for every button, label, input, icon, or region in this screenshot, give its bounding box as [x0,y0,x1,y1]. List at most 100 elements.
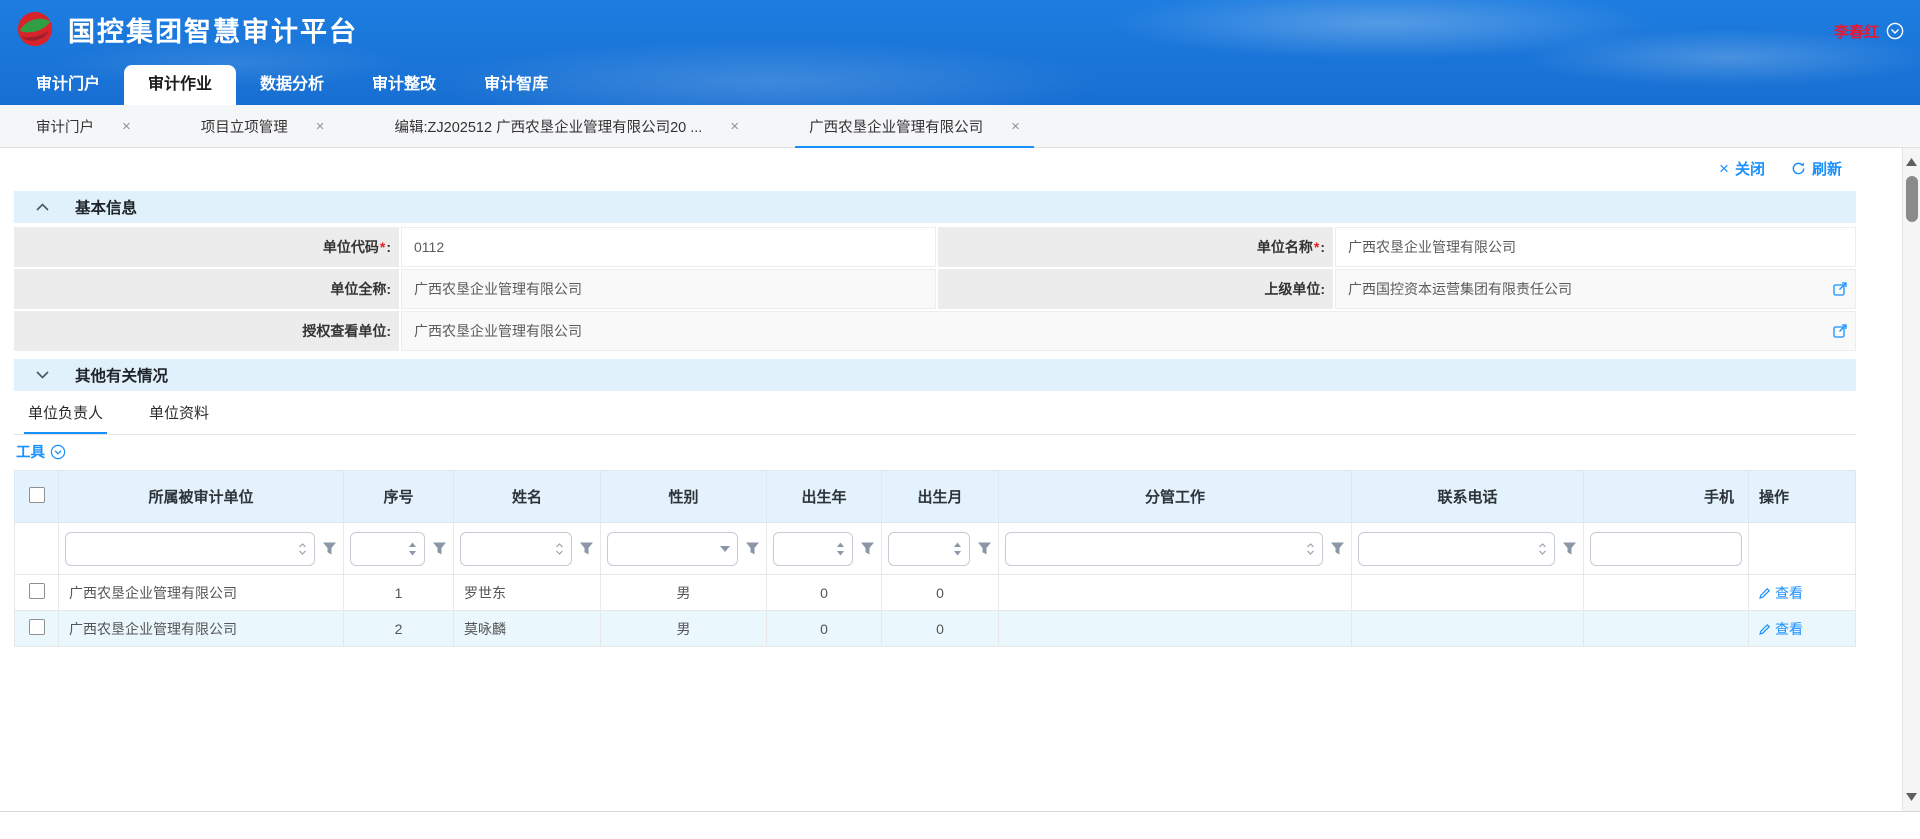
scroll-up-arrow[interactable] [1903,154,1920,170]
filter-name-input[interactable] [460,532,572,566]
col-name: 姓名 [454,471,601,523]
filter-funnel-icon[interactable] [860,541,875,556]
cell-phone [1352,611,1584,647]
col-unit: 所属被审计单位 [59,471,344,523]
nav-item-data-analysis[interactable]: 数据分析 [236,65,348,105]
close-icon[interactable]: × [316,119,325,134]
tools-menu[interactable]: 工具 [14,435,1856,468]
spinner-arrows-icon[interactable] [953,541,962,557]
section-other-info-header[interactable]: 其他有关情况 [14,359,1856,391]
refresh-icon [1791,161,1806,176]
parent-unit-label: 上级单位: [938,269,1333,309]
filter-funnel-icon[interactable] [745,541,760,556]
combo-chevrons-icon[interactable] [298,542,307,556]
parent-unit-field[interactable]: 广西国控资本运营集团有限责任公司 [1335,269,1856,309]
nav-item-audit-kb[interactable]: 审计智库 [460,65,572,105]
refresh-button[interactable]: 刷新 [1791,158,1842,179]
unit-fullname-field[interactable]: 广西农垦企业管理有限公司 [401,269,936,309]
view-button[interactable]: 查看 [1759,619,1803,639]
other-info-subtabs: 单位负责人 单位资料 [14,391,1856,435]
cell-mobile [1584,575,1749,611]
main-nav: 审计门户 审计作业 数据分析 审计整改 审计智库 [12,65,572,105]
pencil-icon [1759,623,1771,635]
section-title: 基本信息 [75,196,137,218]
cell-birth-month: 0 [882,575,999,611]
filter-funnel-icon[interactable] [977,541,992,556]
filter-funnel-icon[interactable] [1562,541,1577,556]
section-basic-info-header[interactable]: 基本信息 [14,191,1856,223]
cell-birth-month: 0 [882,611,999,647]
cell-unit: 广西农垦企业管理有限公司 [59,575,344,611]
row-checkbox[interactable] [29,583,45,599]
top-banner: 国控集团智慧审计平台 李春红 审计门户 审计作业 数据分析 审计整改 审计智库 [0,0,1920,105]
caret-down-icon[interactable] [720,546,730,552]
cell-seq: 1 [344,575,454,611]
close-icon[interactable]: × [1011,119,1020,134]
pencil-icon [1759,587,1771,599]
col-phone: 联系电话 [1352,471,1584,523]
cell-name: 莫咏麟 [454,611,601,647]
col-action: 操作 [1749,471,1856,523]
unit-code-label: 单位代码*: [14,227,399,267]
subtab-unit-files[interactable]: 单位资料 [149,391,209,434]
table-header-row: 所属被审计单位 序号 姓名 性别 出生年 出生月 分管工作 联系电话 手机 操作 [15,471,1856,523]
unit-name-field[interactable]: 广西农垦企业管理有限公司 [1335,227,1856,267]
page-actions: × 关闭 刷新 [14,148,1856,183]
cell-birth-year: 0 [767,611,882,647]
cell-unit: 广西农垦企业管理有限公司 [59,611,344,647]
chevron-down-circle-icon [1886,22,1904,40]
filter-unit-input[interactable] [65,532,315,566]
cell-phone [1352,575,1584,611]
select-all-checkbox[interactable] [29,487,45,503]
combo-chevrons-icon[interactable] [1538,542,1547,556]
table-row: 广西农垦企业管理有限公司 1 罗世东 男 0 0 查看 [15,575,1856,611]
filter-funnel-icon[interactable] [579,541,594,556]
col-gender: 性别 [601,471,767,523]
tab-company-detail[interactable]: 广西农垦企业管理有限公司 × [795,105,1034,147]
nav-item-audit-work[interactable]: 审计作业 [124,65,236,105]
filter-mobile-input[interactable] [1590,532,1742,566]
row-checkbox[interactable] [29,619,45,635]
chevron-down-circle-icon [50,444,66,460]
filter-duty-input[interactable] [1005,532,1323,566]
close-icon[interactable]: × [730,119,739,134]
chevron-up-icon [36,203,49,211]
filter-funnel-icon[interactable] [432,541,447,556]
user-menu[interactable]: 李春红 [1834,17,1904,42]
nav-item-audit-rectify[interactable]: 审计整改 [348,65,460,105]
company-logo-icon [16,10,54,48]
subtab-unit-leaders[interactable]: 单位负责人 [28,391,103,434]
chevron-down-icon [36,371,49,379]
tab-edit-project[interactable]: 编辑:ZJ202512 广西农垦企业管理有限公司20 ... × [381,105,754,147]
tab-audit-portal[interactable]: 审计门户 × [22,105,145,147]
cell-duty [999,575,1352,611]
col-seq: 序号 [344,471,454,523]
cell-gender: 男 [601,611,767,647]
view-button[interactable]: 查看 [1759,583,1803,603]
filter-gender-select[interactable] [607,532,738,566]
filter-phone-input[interactable] [1358,532,1555,566]
unit-code-field[interactable]: 0112 [401,227,936,267]
table-row: 广西农垦企业管理有限公司 2 莫咏麟 男 0 0 查看 [15,611,1856,647]
combo-chevrons-icon[interactable] [555,542,564,556]
cell-birth-year: 0 [767,575,882,611]
auth-view-unit-field[interactable]: 广西农垦企业管理有限公司 [401,311,1856,351]
close-icon: × [1719,159,1729,179]
tab-project-setup[interactable]: 项目立项管理 × [187,105,339,147]
close-icon[interactable]: × [122,119,131,134]
filter-funnel-icon[interactable] [1330,541,1345,556]
filter-birth-year-input[interactable] [773,532,853,566]
scroll-down-arrow[interactable] [1903,789,1920,805]
combo-chevrons-icon[interactable] [1306,542,1315,556]
filter-seq-input[interactable] [350,532,425,566]
filter-funnel-icon[interactable] [322,541,337,556]
close-page-button[interactable]: × 关闭 [1719,158,1765,179]
filter-birth-month-input[interactable] [888,532,970,566]
spinner-arrows-icon[interactable] [408,541,417,557]
spinner-arrows-icon[interactable] [836,541,845,557]
open-external-icon[interactable] [1833,282,1847,296]
nav-item-audit-portal[interactable]: 审计门户 [12,65,124,105]
scrollbar-thumb[interactable] [1906,176,1918,222]
open-external-icon[interactable] [1833,324,1847,338]
vertical-scrollbar[interactable] [1902,148,1920,811]
